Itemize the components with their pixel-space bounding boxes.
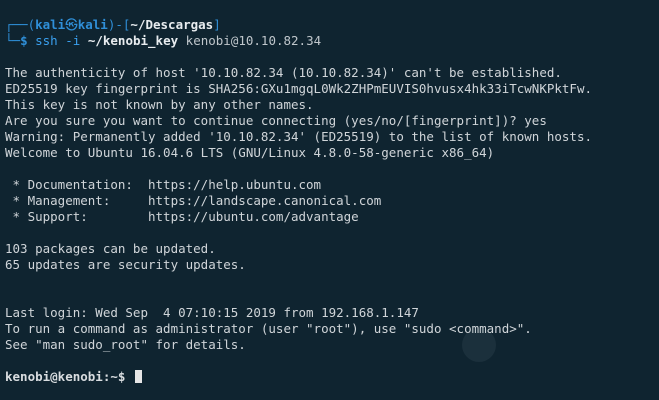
prompt-user: kali bbox=[35, 17, 66, 32]
command-target: kenobi@10.10.82.34 bbox=[185, 33, 322, 48]
prompt-frame-bottom: └─ bbox=[5, 33, 21, 48]
terminal-window[interactable]: ┌──(kali㉿kali)-[~/Descargas] └─$ ssh -i … bbox=[0, 0, 659, 400]
prompt-host: kali bbox=[77, 17, 108, 32]
command-flag: -i bbox=[65, 33, 81, 48]
command-line: └─$ ssh -i ~/kenobi_key kenobi@10.10.82.… bbox=[5, 33, 659, 49]
microphone-icon bbox=[462, 328, 496, 362]
skull-icon: ㉿ bbox=[65, 17, 78, 32]
updates-line: 103 packages can be updated. bbox=[5, 241, 216, 256]
prompt-frame-top: ┌──( bbox=[5, 17, 36, 32]
docs-line: * Management: https://landscape.canonica… bbox=[5, 193, 382, 208]
command-name: ssh bbox=[35, 33, 58, 48]
prompt-frame-mid: )-[ bbox=[107, 17, 131, 32]
prompt-frame-end: ] bbox=[213, 17, 221, 32]
last-login-line: Last login: Wed Sep 4 07:10:15 2019 from… bbox=[5, 305, 419, 320]
output-line: Warning: Permanently added '10.10.82.34'… bbox=[5, 129, 592, 144]
prompt-header-line: ┌──(kali㉿kali)-[~/Descargas] bbox=[5, 17, 659, 33]
command-keyfile: ~/kenobi_key bbox=[87, 33, 179, 48]
docs-line: * Support: https://ubuntu.com/advantage bbox=[5, 209, 359, 224]
output-line: ED25519 key fingerprint is SHA256:GXu1mg… bbox=[5, 81, 592, 96]
shell-prompt: kenobi@kenobi:~$ bbox=[5, 369, 126, 384]
sudo-hint-line: To run a command as administrator (user … bbox=[5, 321, 532, 336]
updates-line: 65 updates are security updates. bbox=[5, 257, 246, 272]
sudo-hint-line: See "man sudo_root" for details. bbox=[5, 337, 246, 352]
output-line: Are you sure you want to continue connec… bbox=[5, 113, 547, 128]
docs-line: * Documentation: https://help.ubuntu.com bbox=[5, 177, 322, 192]
prompt-path: ~/Descargas bbox=[130, 17, 214, 32]
text-cursor bbox=[134, 370, 142, 383]
output-line: This key is not known by any other names… bbox=[5, 97, 314, 112]
output-line: Welcome to Ubuntu 16.04.6 LTS (GNU/Linux… bbox=[5, 145, 495, 160]
output-line: The authenticity of host '10.10.82.34 (1… bbox=[5, 65, 562, 80]
shell-prompt-line[interactable]: kenobi@kenobi:~$ bbox=[5, 369, 659, 385]
prompt-dollar: $ bbox=[20, 33, 28, 48]
